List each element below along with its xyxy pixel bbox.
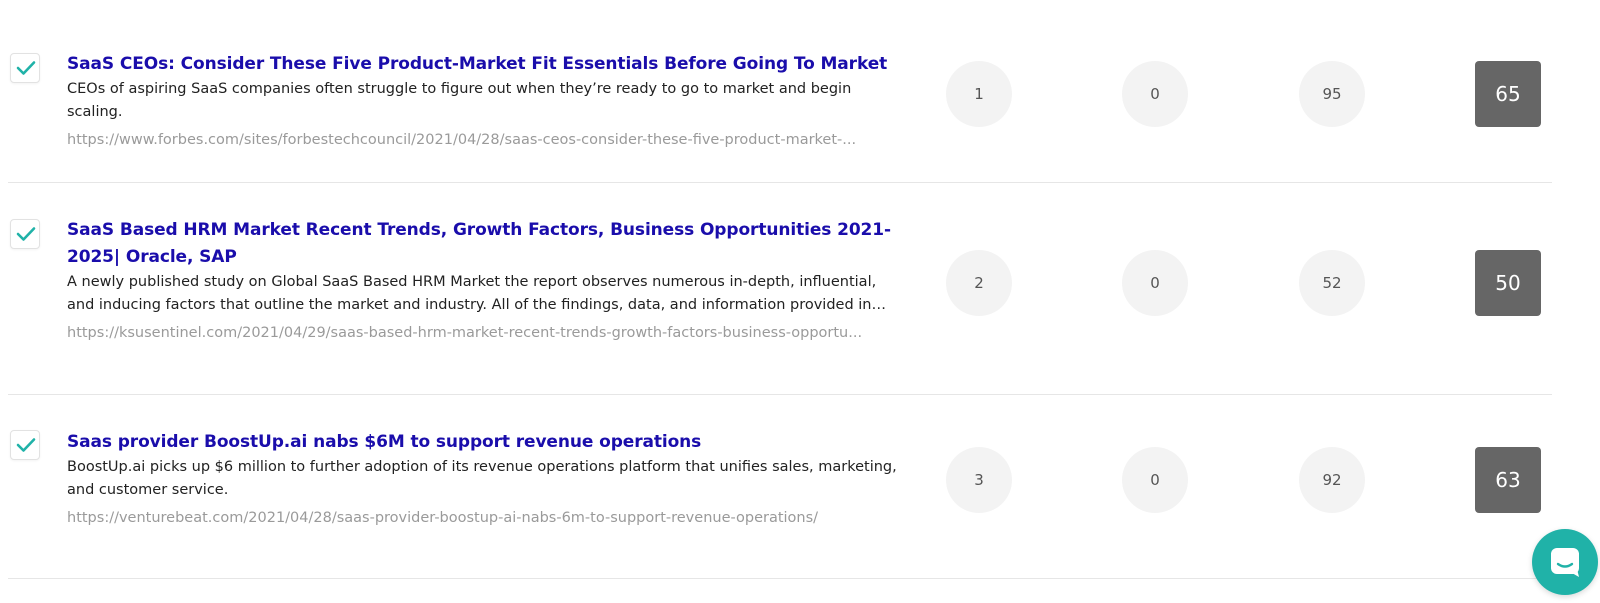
score-badge: 63 <box>1475 447 1541 513</box>
row-checkbox[interactable] <box>10 53 40 83</box>
result-title-link[interactable]: SaaS Based HRM Market Recent Trends, Gro… <box>67 217 907 271</box>
score-badge: 50 <box>1475 250 1541 316</box>
row-checkbox[interactable] <box>10 430 40 460</box>
metric-2-badge: 0 <box>1122 61 1188 127</box>
chat-bubble-icon <box>1551 548 1579 577</box>
result-title-link[interactable]: Saas provider BoostUp.ai nabs $6M to sup… <box>67 429 907 456</box>
metric-1-badge: 1 <box>946 61 1012 127</box>
metric-3-badge: 95 <box>1299 61 1365 127</box>
chat-launcher-button[interactable] <box>1532 529 1598 595</box>
result-row: SaaS CEOs: Consider These Five Product-M… <box>8 0 1552 183</box>
score-badge: 65 <box>1475 61 1541 127</box>
metric-2-badge: 0 <box>1122 447 1188 513</box>
result-description: BoostUp.ai picks up $6 million to furthe… <box>67 459 897 498</box>
checkmark-icon <box>16 438 36 452</box>
result-url: https://ksusentinel.com/2021/04/29/saas-… <box>67 325 863 341</box>
result-url: https://www.forbes.com/sites/forbestechc… <box>67 132 857 148</box>
result-description: CEOs of aspiring SaaS companies often st… <box>67 81 852 120</box>
result-url: https://venturebeat.com/2021/04/28/saas-… <box>67 510 819 526</box>
checkmark-icon <box>16 61 36 75</box>
metric-2-badge: 0 <box>1122 250 1188 316</box>
result-content: SaaS CEOs: Consider These Five Product-M… <box>67 51 907 151</box>
result-content: SaaS Based HRM Market Recent Trends, Gro… <box>67 217 907 344</box>
metric-3-badge: 52 <box>1299 250 1365 316</box>
metric-1-badge: 2 <box>946 250 1012 316</box>
result-row: Saas provider BoostUp.ai nabs $6M to sup… <box>8 395 1552 579</box>
result-row: SaaS Based HRM Market Recent Trends, Gro… <box>8 183 1552 395</box>
result-description: A newly published study on Global SaaS B… <box>67 274 877 313</box>
metric-3-badge: 92 <box>1299 447 1365 513</box>
metric-1-badge: 3 <box>946 447 1012 513</box>
checkmark-icon <box>16 227 36 241</box>
result-content: Saas provider BoostUp.ai nabs $6M to sup… <box>67 429 907 529</box>
result-title-link[interactable]: SaaS CEOs: Consider These Five Product-M… <box>67 51 907 78</box>
row-checkbox[interactable] <box>10 219 40 249</box>
